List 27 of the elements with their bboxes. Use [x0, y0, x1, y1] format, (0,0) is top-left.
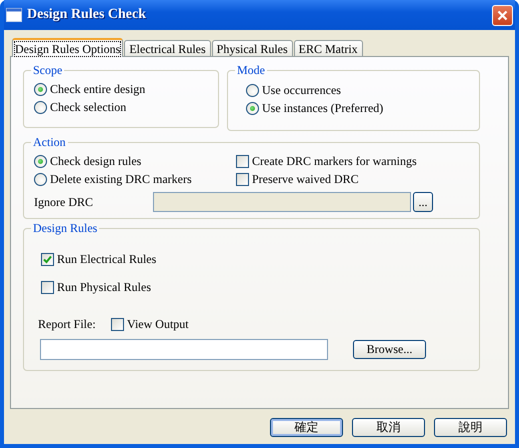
checkbox-label: Run Physical Rules — [57, 280, 152, 294]
radio-label: Check design rules — [50, 154, 142, 168]
tab[interactable]: Electrical Rules — [124, 40, 211, 56]
tab[interactable]: Design Rules Options — [12, 38, 124, 57]
group-title: Action — [32, 135, 67, 150]
checkbox-label: Create DRC markers for warnings — [252, 154, 417, 168]
radio-label: Delete existing DRC markers — [50, 172, 192, 186]
dialog-button[interactable]: 說明 — [434, 418, 507, 437]
field-label: Ignore DRC — [34, 194, 94, 210]
dialog-button[interactable]: 取消 — [352, 418, 425, 437]
window-title: Design Rules Check — [27, 7, 148, 23]
checkbox-label: Run Electrical Rules — [57, 252, 156, 266]
checkbox-label: Preserve waived DRC — [252, 172, 359, 186]
radio-label: Check selection — [50, 100, 126, 114]
browse-button[interactable]: Browse... — [353, 340, 426, 359]
dialog-button[interactable]: 確定 — [270, 418, 343, 437]
checkbox-label: View Output — [127, 316, 189, 332]
radio-label: Use instances (Preferred) — [262, 100, 384, 116]
group-title: Mode — [236, 63, 266, 78]
browse-button[interactable]: ... — [413, 192, 433, 212]
tab[interactable]: Physical Rules — [212, 40, 293, 56]
radio-label: Check entire design — [50, 82, 146, 96]
tab[interactable]: ERC Matrix — [294, 40, 363, 56]
group-title: Scope — [32, 63, 64, 78]
field-label: Report File: — [38, 316, 97, 332]
group-title: Design Rules — [32, 221, 98, 236]
radio-label: Use occurrences — [262, 82, 341, 98]
